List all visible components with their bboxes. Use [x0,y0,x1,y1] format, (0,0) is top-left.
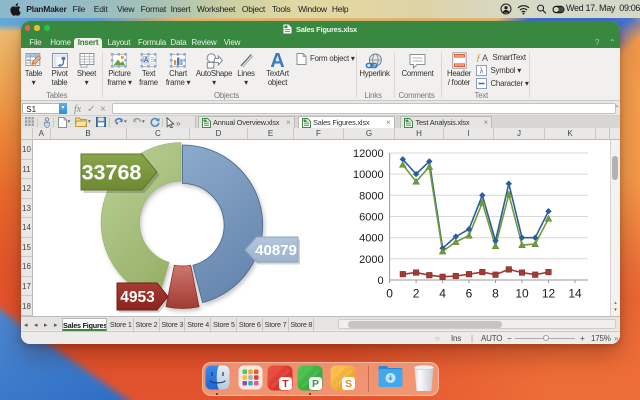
svg-text:6: 6 [466,287,473,301]
svg-text:S: S [345,378,352,390]
svg-text:8: 8 [492,287,499,301]
svg-text:40879: 40879 [255,242,297,259]
svg-text:12000: 12000 [353,148,384,160]
svg-text:A: A [143,57,148,64]
svg-text:0: 0 [386,287,393,301]
svg-text:33768: 33768 [82,161,142,185]
svg-text:T: T [282,378,289,390]
svg-text:12: 12 [542,287,556,301]
svg-text:2000: 2000 [359,254,383,266]
svg-text:4000: 4000 [359,233,383,245]
svg-text:2: 2 [413,287,420,301]
svg-text:P: P [311,378,318,390]
svg-text:A: A [482,53,488,62]
svg-text:4953: 4953 [120,289,155,306]
svg-text:10000: 10000 [353,169,384,181]
svg-text:14: 14 [568,287,582,301]
svg-text:10: 10 [515,287,529,301]
svg-text:0: 0 [377,275,383,287]
svg-text:ƒ: ƒ [476,53,481,62]
svg-text:8000: 8000 [359,190,383,202]
svg-text:6000: 6000 [359,212,383,224]
svg-text:4: 4 [439,287,446,301]
